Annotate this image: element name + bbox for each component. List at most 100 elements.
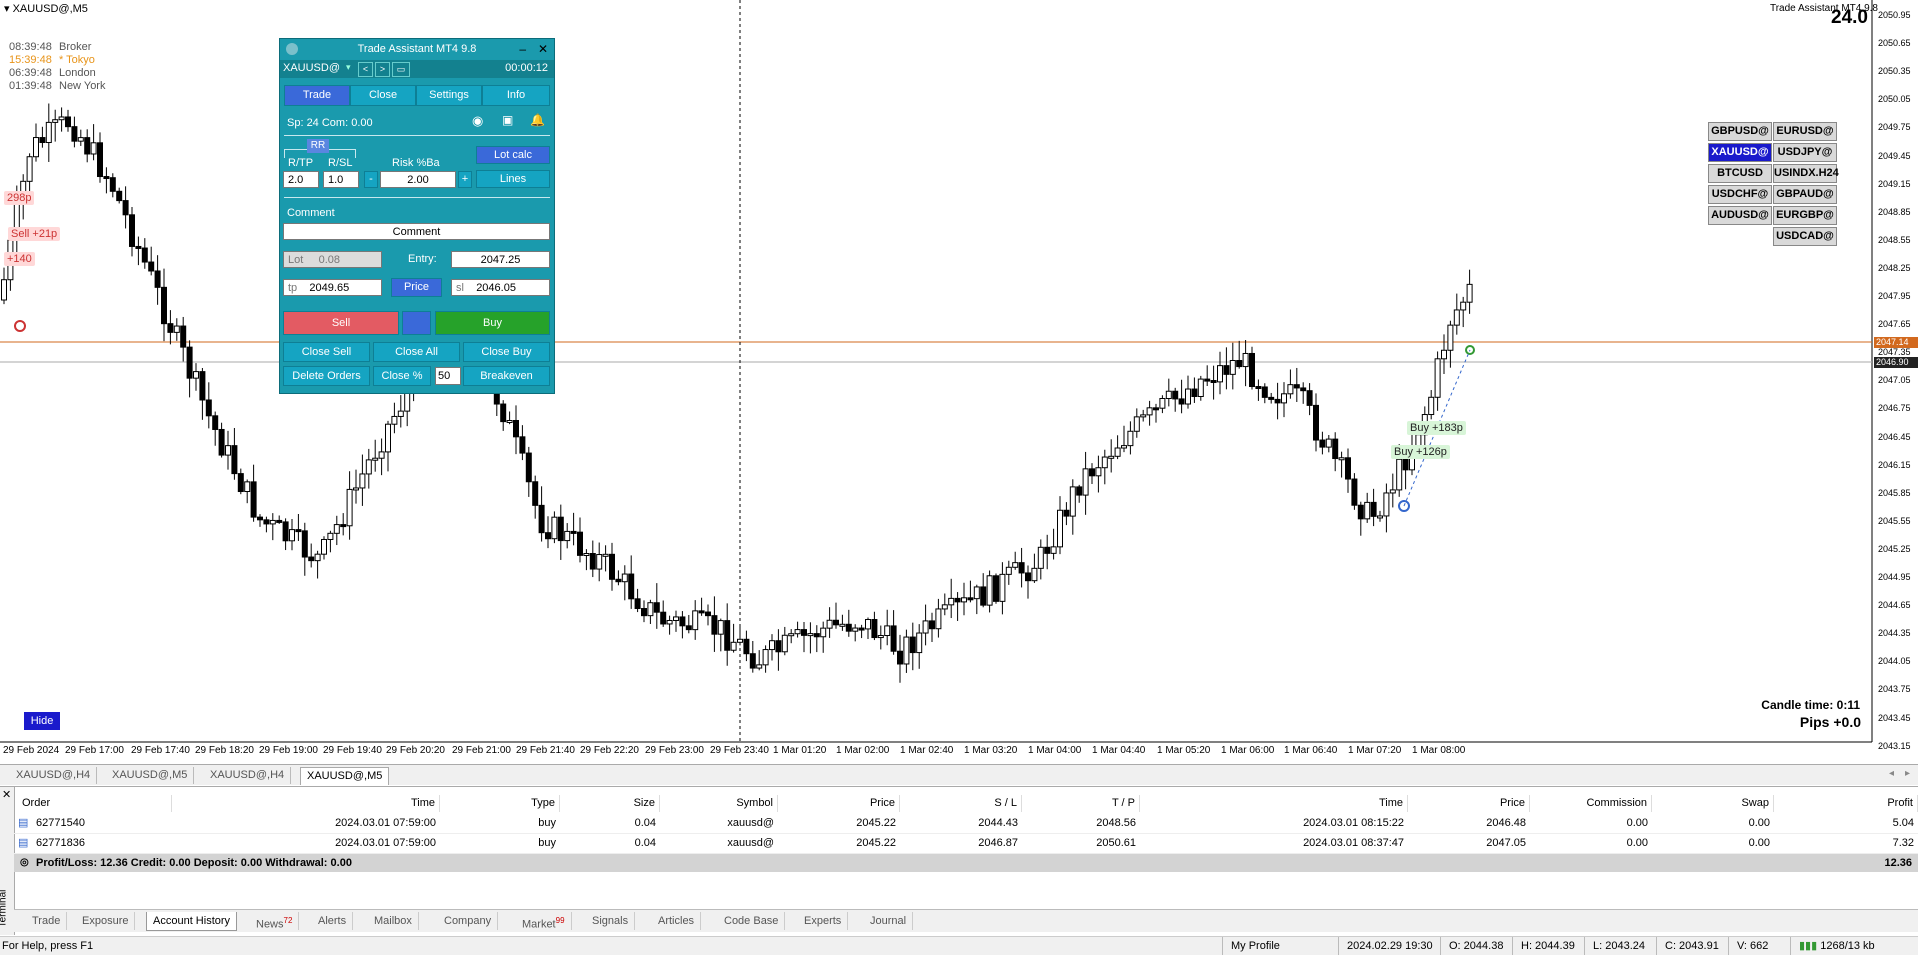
- delete-orders-button[interactable]: Delete Orders: [283, 366, 370, 386]
- terminal-tab-journal[interactable]: Journal: [864, 912, 914, 930]
- symbol-button-usindxh24[interactable]: USINDX.H24: [1773, 164, 1839, 183]
- terminal-tab-alerts[interactable]: Alerts: [312, 912, 354, 930]
- candle-body: [282, 521, 289, 542]
- tp-field[interactable]: tp 2049.65: [283, 279, 382, 296]
- time-tick-label: 29 Feb 23:00: [645, 745, 704, 756]
- symbol-button-usdcad[interactable]: USDCAD@: [1773, 227, 1837, 246]
- rtp-input[interactable]: 2.0: [283, 171, 319, 188]
- column-header[interactable]: Swap: [1652, 795, 1774, 812]
- chart-tab[interactable]: XAUUSD@,H4: [204, 767, 292, 784]
- table-cell: 7.32: [1892, 837, 1914, 849]
- terminal-tab-mailbox[interactable]: Mailbox: [368, 912, 419, 930]
- close-percent-button[interactable]: Close %: [373, 366, 431, 386]
- close-all-button[interactable]: Close All: [373, 342, 460, 362]
- terminal-tab-market[interactable]: Market99: [516, 912, 572, 931]
- chart-tab[interactable]: XAUUSD@,H4: [10, 767, 98, 784]
- candle-body: [954, 597, 961, 603]
- column-header[interactable]: Price: [778, 795, 900, 812]
- comment-input[interactable]: Comment: [283, 223, 550, 240]
- tab-scroll-right-icon[interactable]: ▸: [1905, 768, 1910, 779]
- column-header[interactable]: Time: [1140, 795, 1408, 812]
- price-button[interactable]: Price: [391, 278, 442, 297]
- column-header[interactable]: Symbol: [660, 795, 778, 812]
- risk-input[interactable]: 2.00: [380, 171, 456, 188]
- column-header[interactable]: Price: [1408, 795, 1530, 812]
- close-buy-button[interactable]: Close Buy: [463, 342, 550, 362]
- tab-label: News: [256, 918, 284, 931]
- tab-info[interactable]: Info: [482, 85, 550, 106]
- profile[interactable]: My Profile: [1222, 937, 1280, 955]
- calendar-icon[interactable]: ▣: [502, 113, 513, 127]
- eye-icon[interactable]: ◉: [472, 113, 483, 129]
- column-header[interactable]: Size: [560, 795, 660, 812]
- clock-newyork: 01:39:48 New York: [9, 80, 105, 92]
- price-tick-label: 2048.55: [1878, 234, 1911, 245]
- chart-tab-active[interactable]: XAUUSD@,M5: [300, 767, 390, 785]
- column-header[interactable]: Profit: [1774, 795, 1918, 812]
- tab-close[interactable]: Close: [350, 85, 416, 106]
- column-header[interactable]: Type: [440, 795, 560, 812]
- terminal-tab-articles[interactable]: Articles: [652, 912, 702, 930]
- column-header[interactable]: T / P: [1022, 795, 1140, 812]
- lines-button[interactable]: Lines: [476, 170, 550, 188]
- symbol-button-xauusd[interactable]: XAUUSD@: [1708, 143, 1772, 162]
- tab-settings[interactable]: Settings: [416, 85, 482, 106]
- chart-tab[interactable]: XAUUSD@,M5: [106, 767, 195, 784]
- terminal-tab-account-history[interactable]: Account History: [146, 912, 238, 931]
- terminal-tab-code-base[interactable]: Code Base: [718, 912, 786, 930]
- candle-body: [551, 516, 558, 540]
- entry-input[interactable]: 2047.25: [451, 251, 550, 268]
- terminal-tab-exposure[interactable]: Exposure: [76, 912, 136, 930]
- prev-icon[interactable]: <: [358, 62, 373, 77]
- sell-button[interactable]: Sell: [283, 311, 399, 335]
- symbol-button-gbpusd[interactable]: GBPUSD@: [1708, 122, 1772, 141]
- symbol-button-eurgbp[interactable]: EURGBP@: [1773, 206, 1837, 225]
- sl-field[interactable]: sl 2046.05: [451, 279, 550, 296]
- terminal-tab-trade[interactable]: Trade: [26, 912, 68, 930]
- bar-open: O: 2044.38: [1440, 937, 1503, 955]
- trade-label: 298p: [4, 191, 35, 205]
- ta-symbol[interactable]: XAUUSD@: [283, 62, 340, 74]
- trade-assistant-panel[interactable]: Trade Assistant MT4 9.8 – ✕ XAUUSD@ ▾ < …: [279, 38, 555, 394]
- rsl-input[interactable]: 1.0: [323, 171, 359, 188]
- terminal-tab-experts[interactable]: Experts: [798, 912, 849, 930]
- column-header[interactable]: Order: [14, 795, 172, 812]
- candle-body: [833, 619, 839, 626]
- bell-icon[interactable]: 🔔: [530, 113, 545, 127]
- terminal-tab-signals[interactable]: Signals: [586, 912, 636, 930]
- symbol-button-gbpaud[interactable]: GBPAUD@: [1773, 185, 1837, 204]
- breakeven-button[interactable]: Breakeven: [463, 366, 550, 386]
- terminal-tab-company[interactable]: Company: [438, 912, 499, 930]
- dropdown-icon[interactable]: ▾: [346, 62, 351, 73]
- hide-button[interactable]: Hide: [24, 712, 60, 730]
- symbol-button-audusd[interactable]: AUDUSD@: [1708, 206, 1772, 225]
- candle-body: [903, 636, 910, 665]
- symbol-button-eurusd[interactable]: EURUSD@: [1773, 122, 1837, 141]
- candle-body: [1261, 386, 1268, 398]
- minimize-icon[interactable]: –: [519, 39, 526, 59]
- tab-trade[interactable]: Trade: [284, 85, 350, 106]
- close-percent-input[interactable]: 50: [435, 367, 461, 385]
- swap-direction-button[interactable]: [402, 311, 431, 335]
- next-icon[interactable]: >: [375, 62, 390, 77]
- sl-value[interactable]: 2046.05: [476, 282, 516, 294]
- column-header[interactable]: Time: [172, 795, 440, 812]
- lot-field[interactable]: Lot 0.08: [283, 251, 382, 268]
- symbol-button-btcusd[interactable]: BTCUSD: [1708, 164, 1772, 183]
- risk-minus-button[interactable]: -: [364, 171, 378, 188]
- ta-title-bar[interactable]: Trade Assistant MT4 9.8 – ✕: [280, 39, 554, 59]
- close-icon[interactable]: ✕: [2, 788, 11, 801]
- column-header[interactable]: Commission: [1530, 795, 1652, 812]
- close-sell-button[interactable]: Close Sell: [283, 342, 370, 362]
- close-icon[interactable]: ✕: [538, 39, 548, 59]
- symbol-button-usdjpy[interactable]: USDJPY@: [1773, 143, 1837, 162]
- risk-plus-button[interactable]: +: [458, 171, 472, 188]
- lot-calc-button[interactable]: Lot calc: [476, 146, 550, 164]
- terminal-tab-news[interactable]: News72: [250, 912, 300, 931]
- symbol-button-usdchf[interactable]: USDCHF@: [1708, 185, 1772, 204]
- chart-area[interactable]: ▾ XAUUSD@,M5 08:39:48 Broker 15:39:48 * To…: [0, 0, 1918, 807]
- column-header[interactable]: S / L: [900, 795, 1022, 812]
- tab-scroll-left-icon[interactable]: ◂: [1889, 768, 1894, 779]
- buy-button[interactable]: Buy: [435, 311, 550, 335]
- folder-icon[interactable]: ▭: [392, 62, 410, 77]
